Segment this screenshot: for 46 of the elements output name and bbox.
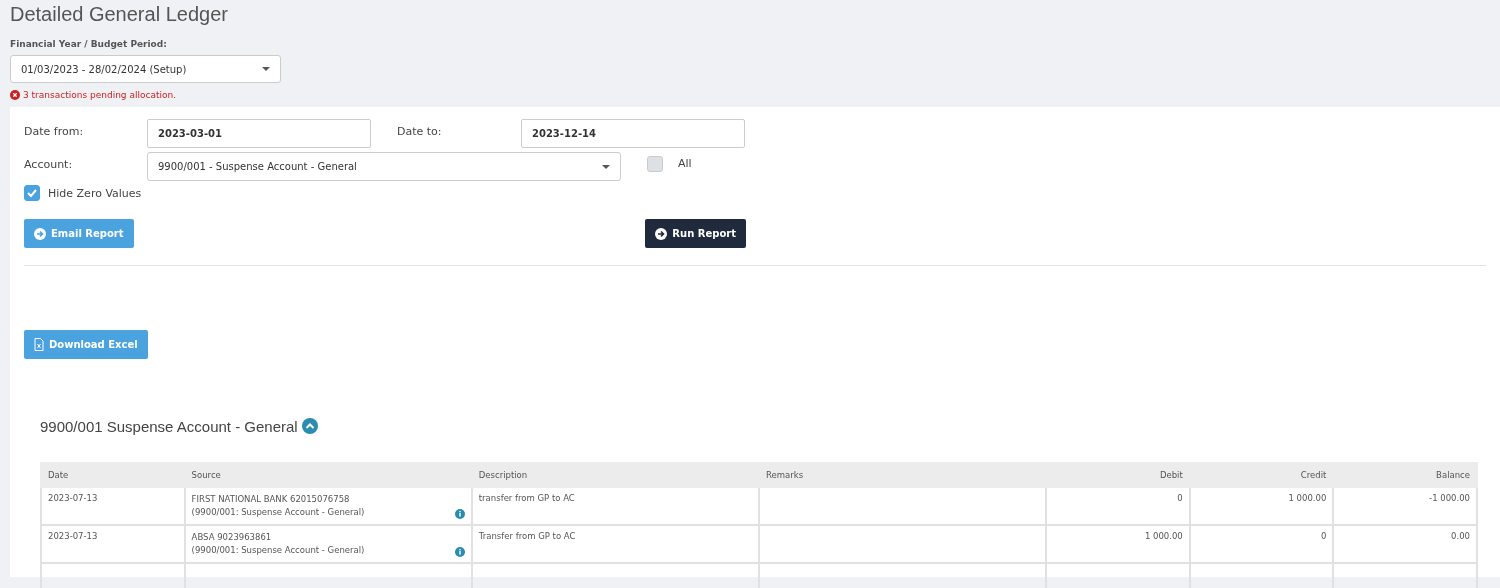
collapse-icon[interactable] [301,418,318,434]
column-header: Credit [1189,463,1334,487]
table-cell: 0 [1046,487,1190,525]
run-report-button[interactable]: Run Report [645,219,746,248]
table-cell-text: (9900/001: Suspense Account - General) [191,544,366,557]
column-header: Date [41,463,185,487]
account-dropdown[interactable]: 9900/001 - Suspense Account - General [147,152,621,181]
period-dropdown[interactable]: 01/03/2023 - 28/02/2024 (Setup) [10,55,281,83]
table-cell-text: ABSA 9023963861 [191,531,273,544]
table-cell: transfer from GP to AC [471,487,759,525]
arrow-icon [655,227,668,240]
column-header: Balance [1333,463,1477,487]
checkbox-label: Hide Zero Values [48,186,142,200]
column-header: Debit [1046,463,1190,487]
alert-message: 3 transactions pending allocation. [23,90,176,100]
info-icon[interactable] [454,547,465,557]
error-icon [10,90,20,100]
info-icon[interactable] [454,509,465,519]
caret-icon [262,67,270,71]
checkbox-label: All [678,157,692,170]
file-icon [34,338,44,351]
table-cell-text: FIRST NATIONAL BANK 62015076758 [191,493,351,506]
column-header: Source [184,463,472,487]
table-cell: 2023-07-13 [41,487,185,525]
table-cell: 0.00 [1333,525,1477,563]
table-cell: 1 000.00 [1046,525,1190,563]
table-cell: Transfer from GP to AC [471,525,759,563]
field-label: Date to: [396,124,443,138]
date-field[interactable]: 2023-12-14 [521,119,745,148]
arrow-icon [34,227,46,240]
table-cell: 0 [1189,525,1334,563]
checkbox[interactable] [24,185,40,201]
column-header: Remarks [758,463,1047,487]
table-cell: -1 000.00 [1333,487,1477,525]
checkbox[interactable] [647,156,663,172]
field-label: Financial Year / Budget Period: [10,39,168,49]
page-title: Detailed General Ledger [10,3,229,27]
table-cell-text: (9900/001: Suspense Account - General) [191,506,366,519]
date-field[interactable]: 2023-03-01 [147,119,371,148]
section-title: 9900/001 Suspense Account - General [40,417,298,435]
table-cell: 1 000.00 [1189,487,1334,525]
field-label: Account: [24,157,74,171]
caret-icon [602,164,610,169]
column-header: Description [471,463,759,487]
field-label: Date from: [24,124,85,138]
table-cell: 2023-07-13 [41,525,185,563]
